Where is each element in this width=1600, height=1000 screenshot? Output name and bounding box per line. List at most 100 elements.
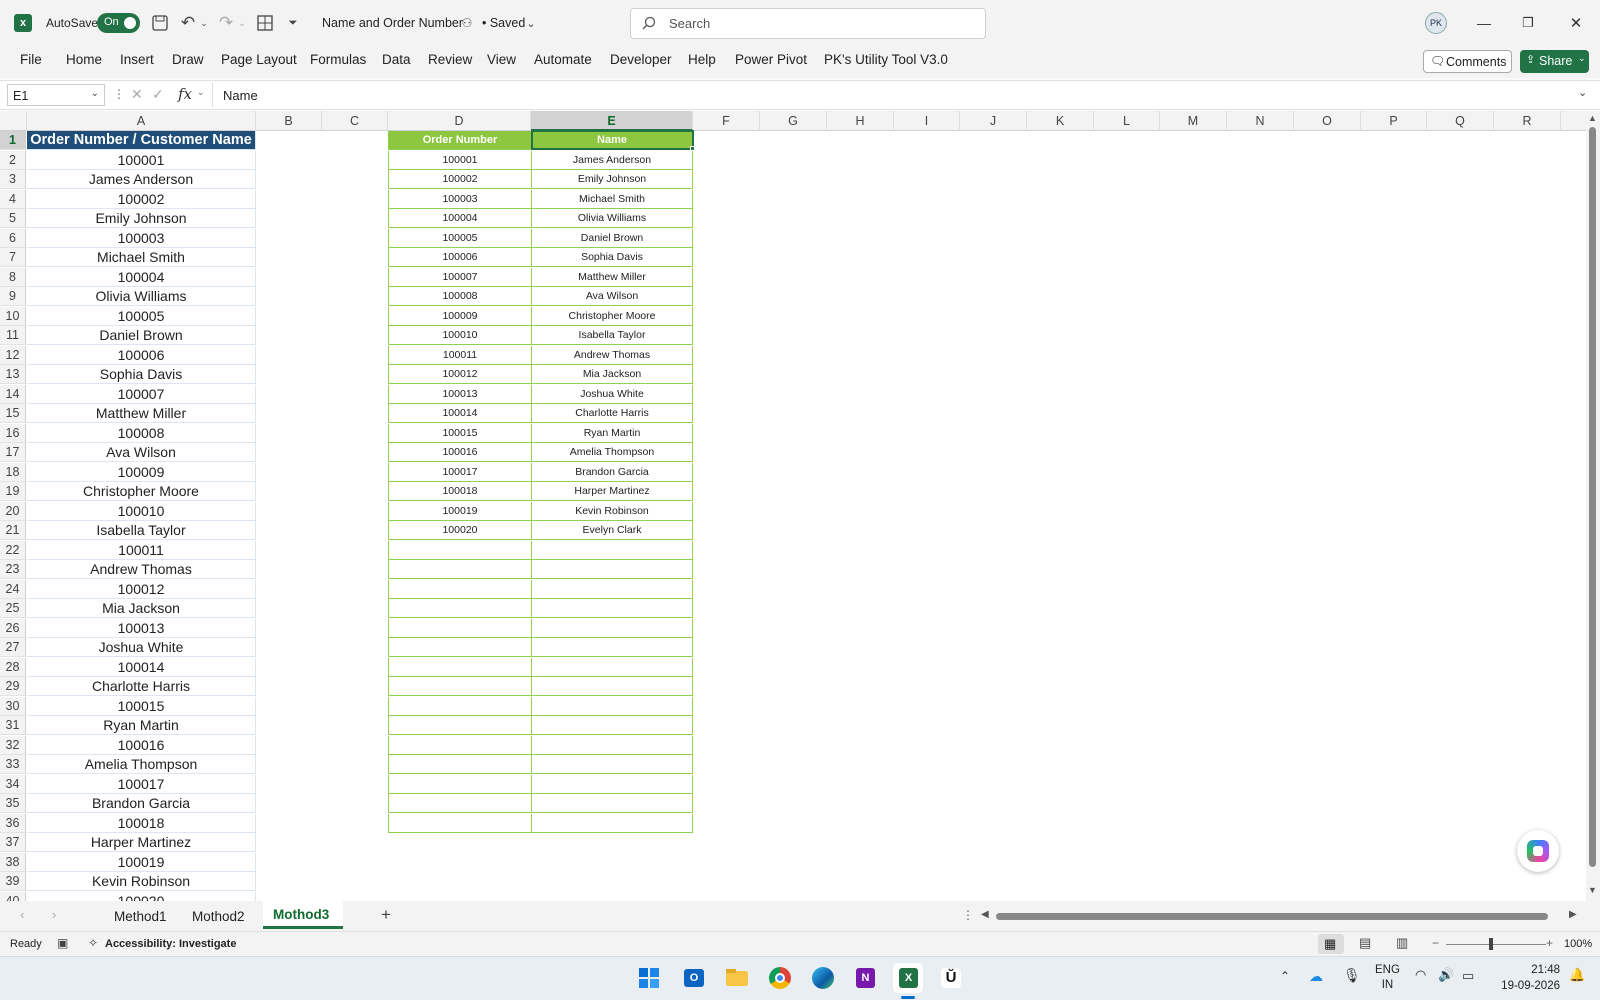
tab-data[interactable]: Data: [382, 52, 411, 67]
row-header[interactable]: 13: [0, 365, 26, 384]
order-number-cell[interactable]: [388, 579, 531, 599]
sheet-tab-method1[interactable]: Method1: [114, 909, 167, 924]
row-header[interactable]: 7: [0, 248, 26, 267]
close-icon[interactable]: ✕: [1566, 13, 1586, 33]
column-header-q[interactable]: Q: [1427, 111, 1494, 131]
name-cell[interactable]: Matthew Miller: [531, 267, 693, 287]
column-header-l[interactable]: L: [1094, 111, 1160, 131]
microphone-icon[interactable]: 🎙: [1343, 967, 1361, 984]
file-name[interactable]: Name and Order Number: [322, 16, 463, 30]
zoom-in-icon[interactable]: +: [1546, 936, 1553, 950]
name-cell[interactable]: Mia Jackson: [531, 365, 693, 384]
row-header[interactable]: 30: [0, 696, 26, 716]
name-cell[interactable]: [531, 540, 693, 560]
row-header[interactable]: 4: [0, 189, 26, 209]
add-sheet-button[interactable]: +: [381, 905, 391, 925]
row-header[interactable]: 16: [0, 423, 26, 443]
row-header[interactable]: 11: [0, 326, 26, 345]
column-header-i[interactable]: I: [894, 111, 960, 131]
page-layout-view-icon[interactable]: ▤: [1359, 935, 1371, 951]
name-cell[interactable]: Kevin Robinson: [531, 501, 693, 521]
column-a-cell[interactable]: Christopher Moore: [27, 482, 256, 501]
column-header-p[interactable]: P: [1361, 111, 1427, 131]
name-cell[interactable]: Charlotte Harris: [531, 404, 693, 423]
row-header[interactable]: 36: [0, 813, 26, 833]
order-number-cell[interactable]: 100020: [388, 521, 531, 540]
name-cell[interactable]: Amelia Thompson: [531, 443, 693, 462]
column-header-o[interactable]: O: [1294, 111, 1361, 131]
copilot-button[interactable]: [1517, 830, 1559, 872]
tab-view[interactable]: View: [487, 52, 516, 67]
name-cell[interactable]: [531, 794, 693, 813]
name-cell[interactable]: [531, 774, 693, 794]
name-cell[interactable]: [531, 813, 693, 833]
name-cell[interactable]: James Anderson: [531, 150, 693, 170]
column-a-cell[interactable]: 100014: [27, 657, 256, 677]
scroll-down-icon[interactable]: ▼: [1588, 885, 1597, 895]
row-header[interactable]: 20: [0, 501, 26, 521]
confirm-entry-icon[interactable]: ✓: [152, 86, 164, 103]
order-number-cell[interactable]: 100016: [388, 443, 531, 462]
scroll-right-icon[interactable]: ▶: [1569, 909, 1577, 920]
column-header-c[interactable]: C: [322, 111, 388, 131]
column-header-d[interactable]: D: [388, 111, 531, 131]
name-cell[interactable]: Harper Martinez: [531, 482, 693, 501]
column-a-cell[interactable]: Daniel Brown: [27, 326, 256, 345]
row-header[interactable]: 12: [0, 345, 26, 365]
order-number-cell[interactable]: 100006: [388, 248, 531, 267]
column-a-cell[interactable]: 100004: [27, 267, 256, 287]
order-number-cell[interactable]: [388, 599, 531, 618]
order-number-cell[interactable]: 100010: [388, 326, 531, 345]
column-header-n[interactable]: N: [1227, 111, 1294, 131]
name-box[interactable]: E1 ⌄: [7, 84, 105, 106]
column-a-cell[interactable]: Brandon Garcia: [27, 794, 256, 813]
order-number-cell[interactable]: [388, 735, 531, 755]
name-cell[interactable]: [531, 618, 693, 638]
saved-dropdown-icon[interactable]: ⌄: [525, 14, 537, 32]
name-cell[interactable]: Michael Smith: [531, 189, 693, 209]
order-number-cell[interactable]: [388, 774, 531, 794]
column-a-cell[interactable]: Ryan Martin: [27, 716, 256, 735]
column-a-cell[interactable]: Andrew Thomas: [27, 560, 256, 579]
undo-icon[interactable]: ↶: [178, 13, 198, 33]
sheet-tab-mothod3[interactable]: Mothod3: [263, 901, 343, 929]
row-header[interactable]: 22: [0, 540, 26, 560]
order-number-cell[interactable]: [388, 638, 531, 657]
accessibility-status[interactable]: Accessibility: Investigate: [105, 938, 236, 950]
column-a-cell[interactable]: Isabella Taylor: [27, 521, 256, 540]
tab-help[interactable]: Help: [688, 52, 716, 67]
scroll-left-icon[interactable]: ◀: [981, 909, 989, 920]
tab-home[interactable]: Home: [66, 52, 102, 67]
horizontal-scroll-thumb[interactable]: [996, 913, 1548, 920]
column-a-cell[interactable]: 100002: [27, 189, 256, 209]
save-icon[interactable]: [150, 13, 170, 33]
row-header[interactable]: 1: [0, 131, 26, 150]
name-header[interactable]: Name: [531, 131, 693, 150]
column-a-cell[interactable]: Joshua White: [27, 638, 256, 657]
macro-record-icon[interactable]: ▣: [57, 936, 68, 950]
redo-dropdown-icon[interactable]: ⌄: [237, 13, 247, 33]
clock[interactable]: 21:48 19-09-2026: [1494, 962, 1560, 994]
column-a-cell[interactable]: 100016: [27, 735, 256, 755]
name-cell[interactable]: [531, 579, 693, 599]
column-a-cell[interactable]: Charlotte Harris: [27, 677, 256, 696]
column-a-cell[interactable]: Michael Smith: [27, 248, 256, 267]
name-cell[interactable]: [531, 696, 693, 716]
row-header[interactable]: 32: [0, 735, 26, 755]
column-a-header-cell[interactable]: Order Number / Customer Name: [27, 131, 256, 150]
order-number-cell[interactable]: [388, 794, 531, 813]
expand-formula-icon[interactable]: ⌄: [1578, 86, 1587, 99]
column-a-cell[interactable]: 100013: [27, 618, 256, 638]
start-button[interactable]: [634, 963, 664, 993]
row-header[interactable]: 34: [0, 774, 26, 794]
show-hidden-icons-icon[interactable]: ⌃: [1280, 969, 1290, 983]
search-box[interactable]: Search: [630, 8, 986, 39]
column-a-cell[interactable]: 100003: [27, 228, 256, 248]
account-avatar[interactable]: PK: [1425, 12, 1447, 34]
column-header-k[interactable]: K: [1027, 111, 1094, 131]
onedrive-icon[interactable]: ☁: [1309, 968, 1323, 985]
row-header[interactable]: 26: [0, 618, 26, 638]
tab-file[interactable]: File: [20, 52, 42, 67]
row-header[interactable]: 19: [0, 482, 26, 501]
order-number-header[interactable]: Order Number: [388, 131, 531, 150]
